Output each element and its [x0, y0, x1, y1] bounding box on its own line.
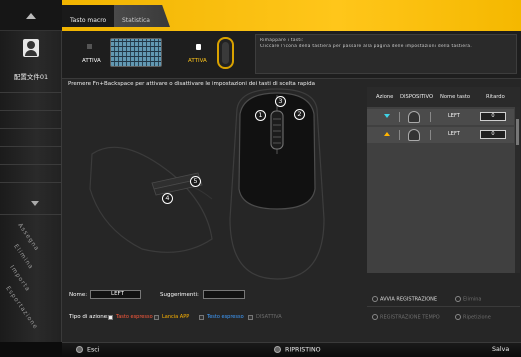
tab-macro-key[interactable]: Tasto macro	[62, 5, 114, 27]
app-window: 配置文件01 Assegna Elimina Importa Esportazi…	[0, 0, 521, 357]
radio-launch-app[interactable]	[154, 315, 159, 320]
sidebar-divider	[0, 182, 62, 183]
cell-divider	[430, 112, 431, 122]
start-recording-button[interactable]: AVVIA REGISTRAZIONE	[372, 296, 437, 303]
table-row[interactable]: LEFT 0	[367, 127, 514, 143]
col-delay: Ritardo	[486, 94, 505, 100]
repeat-button[interactable]: Ripetizione	[455, 314, 491, 321]
record-icon	[372, 296, 378, 302]
scroll-down-arrow-icon[interactable]	[31, 201, 39, 206]
timer-icon	[372, 314, 378, 320]
side-tab-export[interactable]: Esportazione	[4, 285, 39, 331]
sidebar-divider	[0, 146, 62, 147]
sidebar-divider	[0, 92, 62, 93]
scroll-up-arrow-icon[interactable]	[26, 13, 36, 19]
cell-divider	[430, 130, 431, 140]
footer-bar: Esci RIPRISTINO Salva	[62, 342, 521, 357]
footer-left	[0, 342, 62, 357]
keyboard-status-label: ATTIVA	[82, 58, 101, 64]
callout-scroll-wheel[interactable]: 3	[275, 96, 286, 107]
action-type-label: Tipo di azione:	[69, 314, 109, 320]
sidebar: 配置文件01 Assegna Elimina Importa Esportazi…	[0, 0, 62, 357]
record-time-label: REGISTRAZIONE TEMPO	[380, 314, 440, 321]
delay-input[interactable]: 0	[480, 112, 506, 121]
info-text: Cliccare l'icona della tastiera per pass…	[260, 44, 473, 49]
repeat-icon	[455, 314, 461, 320]
sidebar-divider	[0, 214, 62, 215]
profile-icon	[23, 39, 39, 57]
suggest-label: Suggerimenti:	[160, 292, 199, 298]
device-strip: ATTIVA ATTIVA Rimappare i tasti: Cliccar…	[62, 31, 521, 79]
mouse-diagram	[89, 88, 325, 280]
keyboard-status-icon	[87, 44, 92, 49]
sidebar-divider	[0, 110, 62, 111]
delete-icon	[455, 296, 461, 302]
option-disable[interactable]: DISATTIVA	[256, 314, 282, 320]
macro-table: Azione DISPOSITIVO Nome tasto Ritardo LE…	[367, 87, 520, 273]
col-device: DISPOSITIVO	[400, 94, 434, 100]
key-up-icon	[384, 132, 390, 136]
reset-button[interactable]: RIPRISTINO	[274, 346, 321, 354]
option-text[interactable]: Testo espresso	[207, 314, 244, 320]
radio-text[interactable]	[199, 315, 204, 320]
mouse-device-button[interactable]	[217, 37, 234, 69]
table-body: LEFT 0 LEFT 0	[367, 107, 520, 273]
record-time-button[interactable]: REGISTRAZIONE TEMPO	[372, 314, 440, 321]
tab-statistics[interactable]: Statistica	[114, 5, 170, 27]
key-name-cell: LEFT	[448, 131, 460, 137]
mouse-device-icon	[408, 111, 420, 123]
cell-divider	[399, 112, 400, 122]
mouse-status-label: ATTIVA	[188, 58, 207, 64]
radio-hotkey[interactable]	[108, 315, 113, 320]
callout-side-front[interactable]: 5	[190, 176, 201, 187]
delete-button[interactable]: Elimina	[455, 296, 481, 303]
key-down-icon	[384, 114, 390, 118]
name-field[interactable]: LEFT	[90, 290, 141, 299]
reset-icon	[274, 346, 281, 353]
reset-label: RIPRISTINO	[285, 346, 321, 354]
callout-side-back[interactable]: 4	[162, 193, 173, 204]
sidebar-divider	[0, 164, 62, 165]
cell-divider	[399, 130, 400, 140]
col-action: Azione	[376, 94, 394, 100]
radio-disable[interactable]	[248, 315, 253, 320]
button-divider	[367, 306, 520, 307]
mouse-device-icon	[408, 129, 420, 141]
top-tab-bar: Tasto macro Statistica	[62, 0, 521, 31]
callout-left-button[interactable]: 1	[255, 110, 266, 121]
mouse-status-icon	[196, 44, 201, 50]
delete-label: Elimina	[463, 296, 482, 303]
main-panel: Premere Fn+Backspace per attivare o disa…	[62, 79, 521, 342]
save-label: Salva	[492, 346, 510, 353]
keyboard-device-button[interactable]	[110, 38, 162, 67]
save-button[interactable]: Salva	[492, 346, 509, 353]
repeat-label: Ripetizione	[463, 314, 491, 321]
key-name-cell: LEFT	[448, 113, 460, 119]
callout-right-button[interactable]: 2	[294, 109, 305, 120]
exit-icon	[76, 346, 83, 353]
sidebar-top	[0, 0, 62, 31]
macro-form: Nome: LEFT Suggerimenti: Tipo di azione:…	[62, 285, 521, 342]
sidebar-divider	[0, 128, 62, 129]
mouse-side-outline	[89, 146, 213, 253]
exit-label: Esci	[87, 346, 100, 354]
option-launch-app[interactable]: Lancia APP	[162, 314, 189, 320]
suggestions-field[interactable]	[203, 290, 245, 299]
option-hotkey[interactable]: Tasto espresso	[116, 314, 153, 320]
table-row[interactable]: LEFT 0	[367, 109, 514, 125]
info-panel: Rimappare i tasti: Cliccare l'icona dell…	[255, 34, 517, 74]
delay-input[interactable]: 0	[480, 130, 506, 139]
profile-item[interactable]: 配置文件01	[0, 34, 62, 86]
start-recording-label: AVVIA REGISTRAZIONE	[380, 296, 438, 303]
exit-button[interactable]: Esci	[76, 346, 99, 354]
table-header: Azione DISPOSITIVO Nome tasto Ritardo	[367, 87, 520, 107]
name-label: Nome:	[69, 292, 88, 298]
profile-label: 配置文件01	[13, 73, 49, 81]
table-scrollbar[interactable]	[515, 107, 520, 273]
col-key-name: Nome tasto	[440, 94, 471, 100]
